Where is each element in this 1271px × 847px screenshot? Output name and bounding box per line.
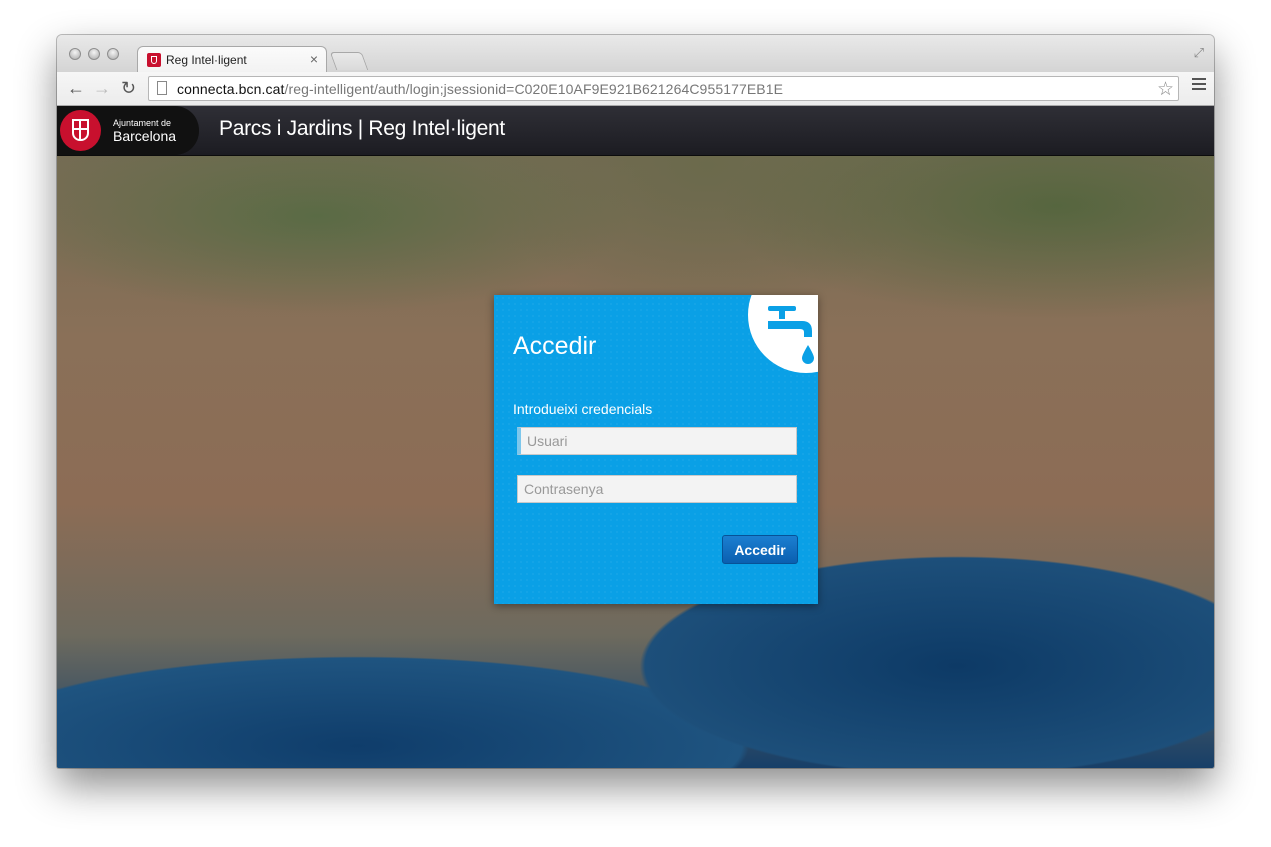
new-tab-button[interactable] <box>329 52 369 70</box>
browser-toolbar: ← → ↻ connecta.bcn.cat/reg-intelligent/a… <box>57 72 1214 106</box>
tab-strip: Reg Intel·ligent × ⤢ <box>57 35 1214 73</box>
credentials-label: Introdueixi credencials <box>513 401 653 417</box>
menu-icon[interactable] <box>1192 78 1206 93</box>
address-bar[interactable]: connecta.bcn.cat/reg-intelligent/auth/lo… <box>148 76 1179 101</box>
close-window-button[interactable] <box>69 48 81 60</box>
app-title: Parcs i Jardins | Reg Intel·ligent <box>219 117 505 140</box>
logo-line-2: Barcelona <box>113 128 177 144</box>
login-title: Accedir <box>513 332 597 360</box>
window-controls <box>69 48 119 60</box>
logo-line-1: Ajuntament de <box>113 118 172 128</box>
tab-title: Reg Intel·ligent <box>166 53 247 67</box>
fullscreen-icon[interactable]: ⤢ <box>1194 45 1204 61</box>
forward-icon[interactable]: → <box>93 78 111 98</box>
username-input[interactable] <box>517 427 797 455</box>
browser-tab[interactable]: Reg Intel·ligent × <box>137 46 327 73</box>
page-icon <box>157 81 167 95</box>
url-path: /reg-intelligent/auth/login;jsessionid=C… <box>284 81 784 97</box>
tab-close-icon[interactable]: × <box>310 51 318 67</box>
favicon-icon <box>147 53 161 67</box>
password-input[interactable] <box>517 475 797 503</box>
barcelona-seal-icon <box>60 110 101 151</box>
login-submit-button[interactable]: Accedir <box>722 535 798 564</box>
reload-icon[interactable]: ↻ <box>121 78 136 98</box>
url-text[interactable]: connecta.bcn.cat/reg-intelligent/auth/lo… <box>177 81 783 97</box>
zoom-window-button[interactable] <box>107 48 119 60</box>
back-icon[interactable]: ← <box>67 78 85 98</box>
bookmark-star-icon[interactable]: ☆ <box>1157 78 1174 101</box>
url-host: connecta.bcn.cat <box>177 81 285 97</box>
browser-window: Reg Intel·ligent × ⤢ ← → ↻ connecta.bcn.… <box>57 35 1214 768</box>
login-card: Accedir Introdueixi credencials Accedir <box>494 295 818 604</box>
site-header: Ajuntament de Barcelona Parcs i Jardins … <box>57 106 1214 156</box>
ajuntament-logo[interactable]: Ajuntament de Barcelona <box>57 106 199 155</box>
minimize-window-button[interactable] <box>88 48 100 60</box>
page-viewport: Ajuntament de Barcelona Parcs i Jardins … <box>57 106 1214 768</box>
water-tap-icon <box>768 306 814 364</box>
